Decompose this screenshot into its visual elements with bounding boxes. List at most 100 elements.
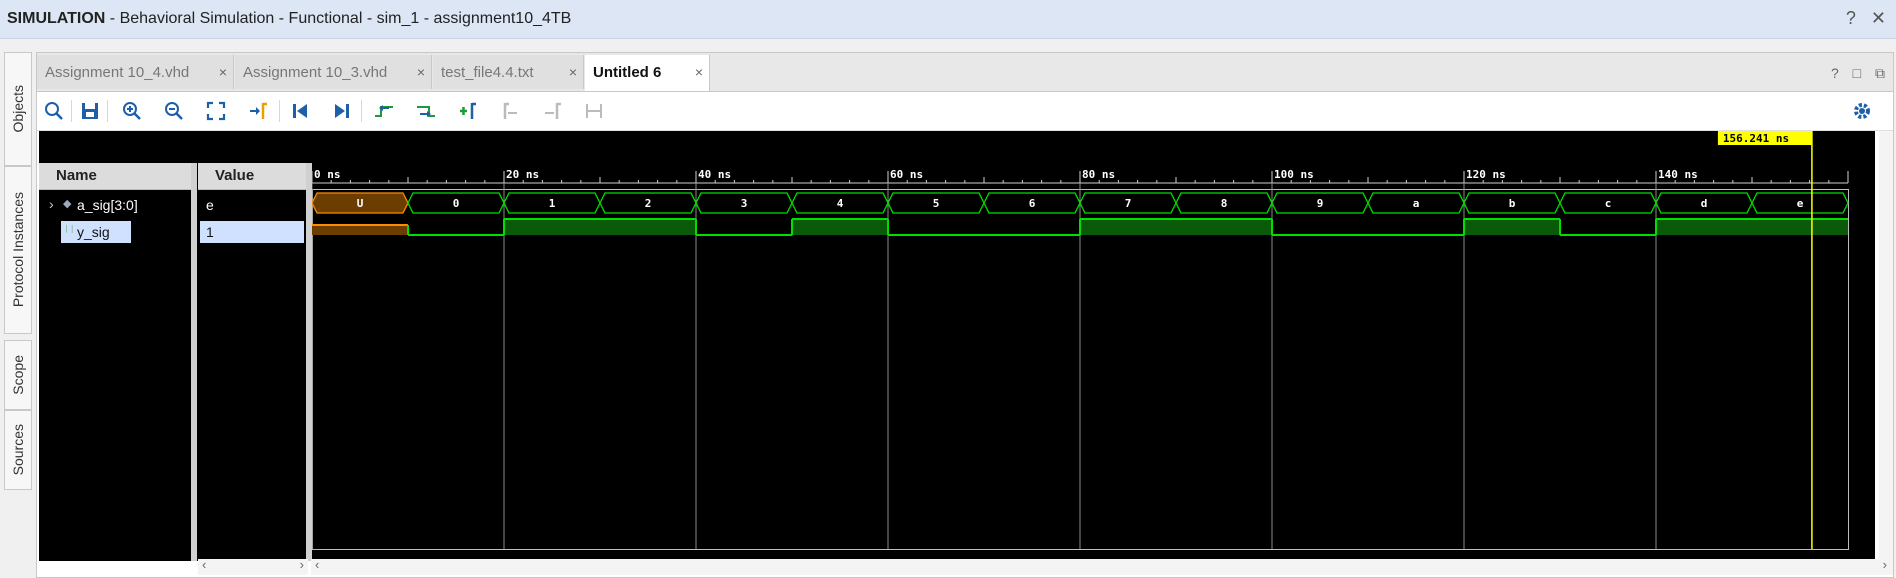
go-to-end-icon[interactable] [331, 100, 353, 122]
cursor-label: 156.241 ns [1723, 132, 1789, 145]
next-marker-icon [545, 102, 561, 119]
scroll-left-icon[interactable]: ‹ [315, 557, 319, 572]
bus-value-label: 4 [837, 197, 844, 210]
selection-highlight [200, 221, 304, 243]
bus-value-label: 9 [1317, 197, 1324, 210]
tab-untitled-6[interactable]: Untitled 6 × [585, 55, 710, 91]
high-fill [504, 219, 696, 235]
bus-value-label: 0 [453, 197, 460, 210]
expand-chevron-icon[interactable]: › [49, 196, 54, 212]
close-tab-icon[interactable]: × [219, 64, 227, 80]
bus-value-label: 6 [1029, 197, 1036, 210]
scroll-right-icon[interactable]: › [1883, 557, 1887, 572]
signal-value: 1 [206, 224, 214, 240]
signal-row-y-sig[interactable]: ᛁᛁ y_sig [39, 219, 191, 245]
tick-label: 20 ns [506, 168, 539, 181]
side-tab-objects[interactable]: Objects [4, 52, 32, 166]
next-transition-icon[interactable] [415, 100, 437, 122]
waveform-panel: Assignment 10_4.vhd × Assignment 10_3.vh… [36, 52, 1894, 578]
bus-value-label: 8 [1221, 197, 1228, 210]
bit-signal-icon: ᛁᛁ [64, 224, 75, 234]
go-to-start-icon[interactable] [289, 100, 311, 122]
zoom-fit-icon[interactable] [205, 100, 227, 122]
add-marker-icon[interactable] [457, 100, 479, 122]
high-fill [1080, 219, 1272, 235]
tick-label: 140 ns [1658, 168, 1698, 181]
value-column-scrollbar[interactable]: ‹ › [198, 557, 308, 575]
zoom-out-icon[interactable] [163, 100, 185, 122]
vertical-scrollbar[interactable] [1879, 131, 1893, 575]
side-tab-protocol-instances[interactable]: Protocol Instances [4, 166, 32, 334]
waveform-scrollbar[interactable]: ‹ › [311, 557, 1891, 575]
tab-assignment-10-3[interactable]: Assignment 10_3.vhd × [235, 55, 432, 89]
undefined-fill [312, 225, 408, 235]
close-icon[interactable]: ✕ [1871, 8, 1886, 28]
side-tab-bar: Objects Protocol Instances Scope Sources [0, 52, 34, 574]
bus-value-label: c [1605, 197, 1612, 210]
editor-tab-bar: Assignment 10_4.vhd × Assignment 10_3.vh… [37, 53, 1893, 92]
bus-value-label: 1 [549, 197, 556, 210]
previous-transition-icon[interactable] [373, 100, 395, 122]
previous-marker-icon [503, 102, 517, 119]
high-fill [1656, 219, 1848, 235]
tick-label: 100 ns [1274, 168, 1314, 181]
bus-value-label: e [1797, 197, 1804, 210]
bus-value-label: b [1509, 197, 1516, 210]
signal-row-a-sig[interactable]: › ◆ a_sig[3:0] [39, 193, 191, 219]
side-tab-label: Scope [10, 355, 26, 395]
tab-label: Assignment 10_3.vhd [243, 64, 388, 81]
side-tab-sources[interactable]: Sources [4, 410, 32, 490]
help-icon[interactable]: ? [1846, 8, 1856, 28]
float-icon[interactable]: ⧉ [1875, 65, 1885, 81]
side-tab-scope[interactable]: Scope [4, 340, 32, 410]
side-tab-label: Protocol Instances [10, 192, 26, 308]
bus-value-label: U [357, 197, 364, 210]
column-header-label: Name [56, 167, 97, 184]
bus-value-label: 5 [933, 197, 940, 210]
tick-label: 40 ns [698, 168, 731, 181]
close-tab-icon[interactable]: × [417, 64, 425, 80]
waveform-plot[interactable]: 0 ns 20 ns 40 ns 60 ns 80 ns 100 ns 120 ns 140 … [312, 131, 1875, 561]
window-title-bold: SIMULATION [7, 10, 106, 27]
high-fill [792, 219, 888, 235]
search-icon[interactable] [43, 100, 65, 122]
side-tab-label: Sources [10, 424, 26, 476]
go-to-cursor-icon[interactable] [247, 100, 269, 122]
tab-label: Untitled 6 [593, 64, 662, 81]
title-bar: SIMULATION - Behavioral Simulation - Fun… [0, 0, 1896, 39]
bus-icon: ◆ [63, 198, 72, 210]
value-column-header: Value [198, 163, 306, 190]
tab-assignment-10-4[interactable]: Assignment 10_4.vhd × [37, 55, 234, 89]
signal-name-column: Name › ◆ a_sig[3:0] ᛁᛁ y_sig [39, 131, 191, 561]
name-column-header: Name [39, 163, 191, 190]
column-divider[interactable] [191, 163, 197, 561]
maximize-icon[interactable]: □ [1853, 65, 1861, 81]
signal-name: y_sig [77, 224, 110, 240]
tick-label: 80 ns [1082, 168, 1115, 181]
scroll-left-icon[interactable]: ‹ [202, 557, 206, 572]
column-header-label: Value [215, 167, 255, 184]
signal-name: a_sig[3:0] [77, 197, 138, 213]
bus-value-label: d [1701, 197, 1708, 210]
help-icon[interactable]: ? [1831, 65, 1839, 81]
value-row-a-sig: e [198, 193, 306, 219]
tab-test-file[interactable]: test_file4.4.txt × [433, 55, 584, 89]
bus-value-label: 2 [645, 197, 652, 210]
waveform-toolbar [37, 92, 1893, 131]
high-fill [1464, 219, 1560, 235]
tick-label: 60 ns [890, 168, 923, 181]
close-tab-icon[interactable]: × [695, 64, 703, 80]
bus-value-label: 3 [741, 197, 748, 210]
bus-value-label: 7 [1125, 197, 1132, 210]
signal-value: e [206, 197, 214, 213]
tab-label: test_file4.4.txt [441, 64, 534, 81]
window-title: SIMULATION - Behavioral Simulation - Fun… [7, 10, 571, 28]
close-tab-icon[interactable]: × [569, 64, 577, 80]
zoom-in-icon[interactable] [121, 100, 143, 122]
settings-icon[interactable] [1851, 100, 1873, 122]
side-tab-label: Objects [10, 85, 26, 133]
tick-label: 120 ns [1466, 168, 1506, 181]
save-icon[interactable] [79, 100, 101, 122]
value-row-y-sig: 1 [198, 219, 306, 245]
scroll-right-icon[interactable]: › [300, 557, 304, 572]
